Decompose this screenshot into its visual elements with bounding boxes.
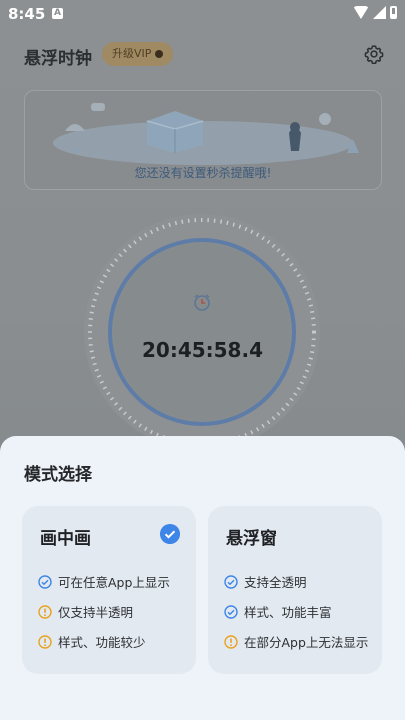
screen: 8:45 A 悬浮时钟 升级VIP 您还没有设置秒杀提醒哦! 20:45:58.… [0, 0, 405, 720]
vip-label: 升级VIP [112, 47, 152, 60]
feature-item: 仅支持半透明 [38, 602, 133, 621]
warning-circle-icon [224, 634, 238, 649]
signal-icon [373, 6, 386, 19]
feature-item: 样式、功能丰富 [224, 602, 332, 621]
feature-item: 支持全透明 [224, 572, 307, 591]
feature-item: 在部分App上无法显示 [224, 632, 368, 651]
check-circle-icon [224, 604, 238, 619]
feature-text: 可在任意App上显示 [58, 575, 170, 590]
status-time: 8:45 [8, 5, 46, 23]
gear-icon[interactable] [364, 44, 384, 64]
warning-circle-icon [38, 634, 52, 649]
mode-card-floating-window[interactable]: 悬浮窗 支持全透明 样式、功能丰富 在部分App上无法显示 [208, 506, 382, 674]
check-circle-icon [38, 574, 52, 589]
status-bar: 8:45 A [0, 0, 405, 28]
feature-text: 在部分App上无法显示 [244, 635, 369, 650]
wifi-icon [353, 6, 369, 19]
mode-name: 悬浮窗 [226, 529, 277, 549]
vip-dot-icon [155, 50, 164, 58]
app-header: 悬浮时钟 升级VIP [0, 38, 405, 70]
sheet-title: 模式选择 [24, 465, 92, 485]
check-circle-icon [224, 574, 238, 589]
feature-item: 样式、功能较少 [38, 632, 146, 651]
warning-circle-icon [38, 604, 52, 619]
app-notification-icon: A [52, 8, 63, 19]
feature-text: 样式、功能丰富 [244, 605, 332, 620]
selected-check-icon [160, 524, 180, 544]
status-icons [353, 6, 397, 19]
mode-name: 画中画 [40, 529, 91, 549]
feature-text: 样式、功能较少 [58, 635, 146, 650]
mode-card-picture-in-picture[interactable]: 画中画 可在任意App上显示 仅支持半透明 样式、功能较少 [22, 506, 196, 674]
alarm-clock-icon [194, 294, 210, 311]
clock-dial [84, 214, 320, 450]
empty-state-card: 您还没有设置秒杀提醒哦! [24, 90, 382, 190]
battery-icon [390, 6, 397, 19]
feature-text: 仅支持半透明 [58, 605, 134, 620]
empty-state-message: 您还没有设置秒杀提醒哦! [134, 166, 272, 180]
feature-text: 支持全透明 [244, 575, 307, 590]
app-title: 悬浮时钟 [24, 49, 92, 69]
mode-selection-sheet: 模式选择 画中画 可在任意App上显示 仅支持半透明 样式、功能较少 悬浮窗 支… [0, 436, 405, 720]
feature-item: 可在任意App上显示 [38, 572, 170, 591]
upgrade-vip-button[interactable]: 升级VIP [102, 42, 174, 66]
clock-time: 20:45:58.4 [141, 338, 263, 362]
